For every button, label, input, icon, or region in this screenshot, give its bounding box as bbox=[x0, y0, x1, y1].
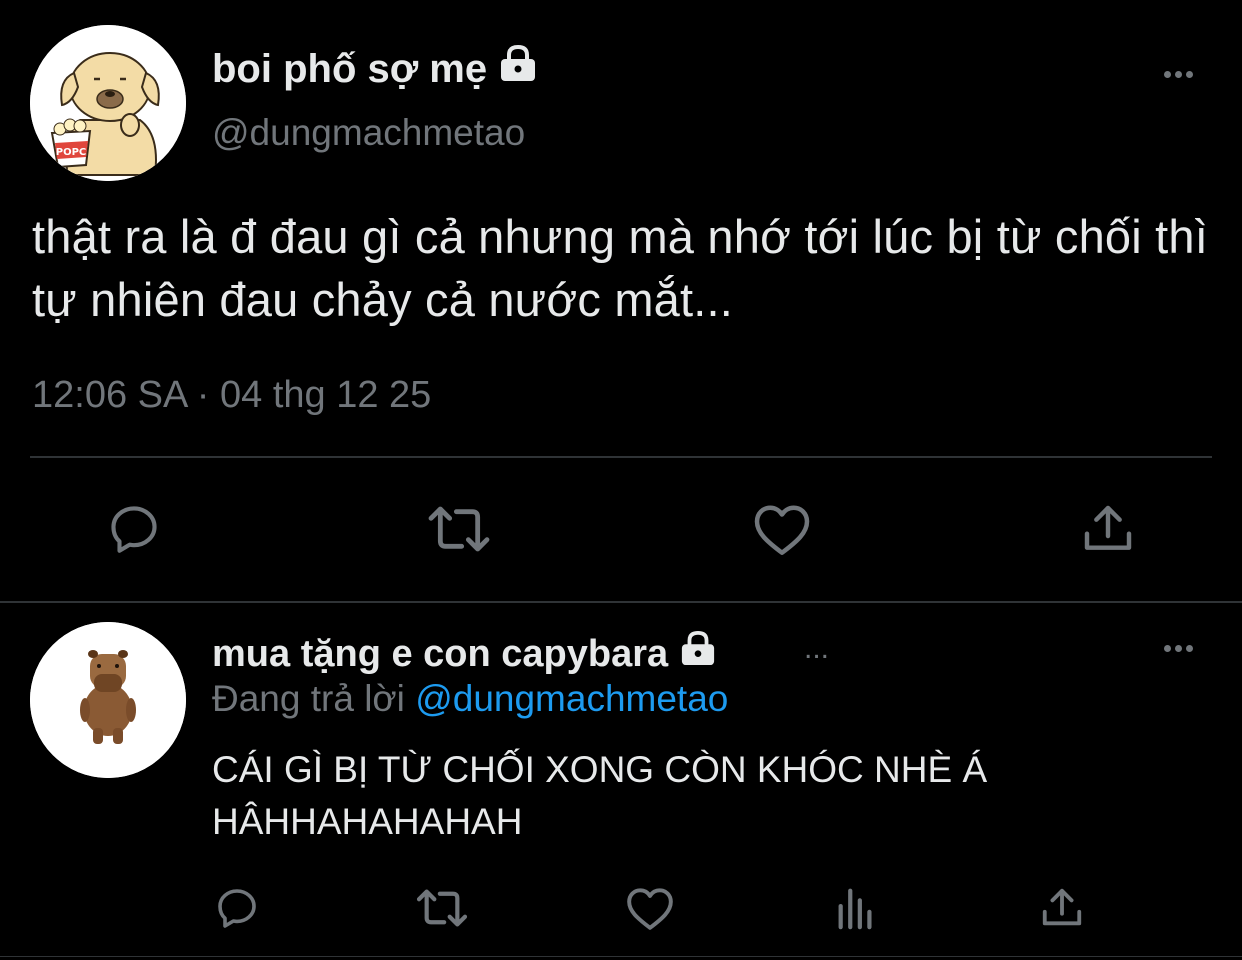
dog-popcorn-avatar-icon: POPC bbox=[30, 25, 186, 181]
like-button[interactable] bbox=[624, 882, 676, 934]
tweet-timestamp[interactable]: 12:06 SA · 04 thg 12 25 bbox=[32, 374, 431, 417]
divider bbox=[30, 456, 1212, 458]
analytics-button[interactable] bbox=[832, 882, 880, 934]
divider bbox=[0, 956, 1242, 957]
retweet-button[interactable] bbox=[426, 497, 492, 561]
author-avatar[interactable]: POPC bbox=[30, 25, 186, 181]
capybara-avatar-icon bbox=[30, 622, 186, 778]
reply-icon bbox=[218, 889, 256, 928]
reply-button[interactable] bbox=[102, 497, 166, 561]
tweet-text: thật ra là đ đau gì cả nhưng mà nhớ tới … bbox=[32, 210, 1209, 326]
mention-link[interactable]: @dungmachmetao bbox=[415, 678, 728, 719]
share-button[interactable] bbox=[1036, 882, 1088, 934]
name-truncation: ... bbox=[804, 632, 830, 665]
replying-prefix: Đang trả lời bbox=[212, 678, 405, 719]
more-options-icon[interactable] bbox=[1158, 638, 1198, 658]
author-handle[interactable]: @dungmachmetao bbox=[212, 112, 525, 154]
share-button[interactable] bbox=[1076, 497, 1140, 561]
reply-button[interactable] bbox=[211, 882, 263, 934]
like-button[interactable] bbox=[750, 497, 814, 561]
lock-icon bbox=[498, 44, 538, 91]
author-name[interactable]: boi phố sợ mẹ bbox=[212, 44, 538, 92]
like-icon bbox=[627, 888, 673, 930]
retweet-button[interactable] bbox=[414, 882, 470, 934]
analytics-icon bbox=[838, 888, 872, 930]
reply-author-name[interactable]: mua tặng e con capybara bbox=[212, 630, 717, 676]
lock-icon bbox=[679, 630, 717, 675]
reply-text: CÁI GÌ BỊ TỪ CHỐI XONG CÒN KHÓC NHÈ Á HÂ… bbox=[212, 749, 988, 842]
retweet-icon bbox=[428, 506, 490, 552]
more-options-icon[interactable] bbox=[1158, 64, 1198, 84]
replying-to: Đang trả lời @dungmachmetao bbox=[212, 678, 728, 720]
reply-icon bbox=[111, 506, 157, 553]
popcorn-label: POPC bbox=[56, 147, 87, 158]
share-icon bbox=[1042, 888, 1082, 926]
reply-author-name-text: mua tặng e con capybara bbox=[212, 633, 669, 675]
reply-author-avatar[interactable] bbox=[30, 622, 186, 778]
share-icon bbox=[1084, 505, 1132, 550]
author-name-text: boi phố sợ mẹ bbox=[212, 47, 488, 91]
divider bbox=[0, 601, 1242, 603]
retweet-icon bbox=[416, 889, 468, 927]
like-icon bbox=[754, 505, 810, 555]
